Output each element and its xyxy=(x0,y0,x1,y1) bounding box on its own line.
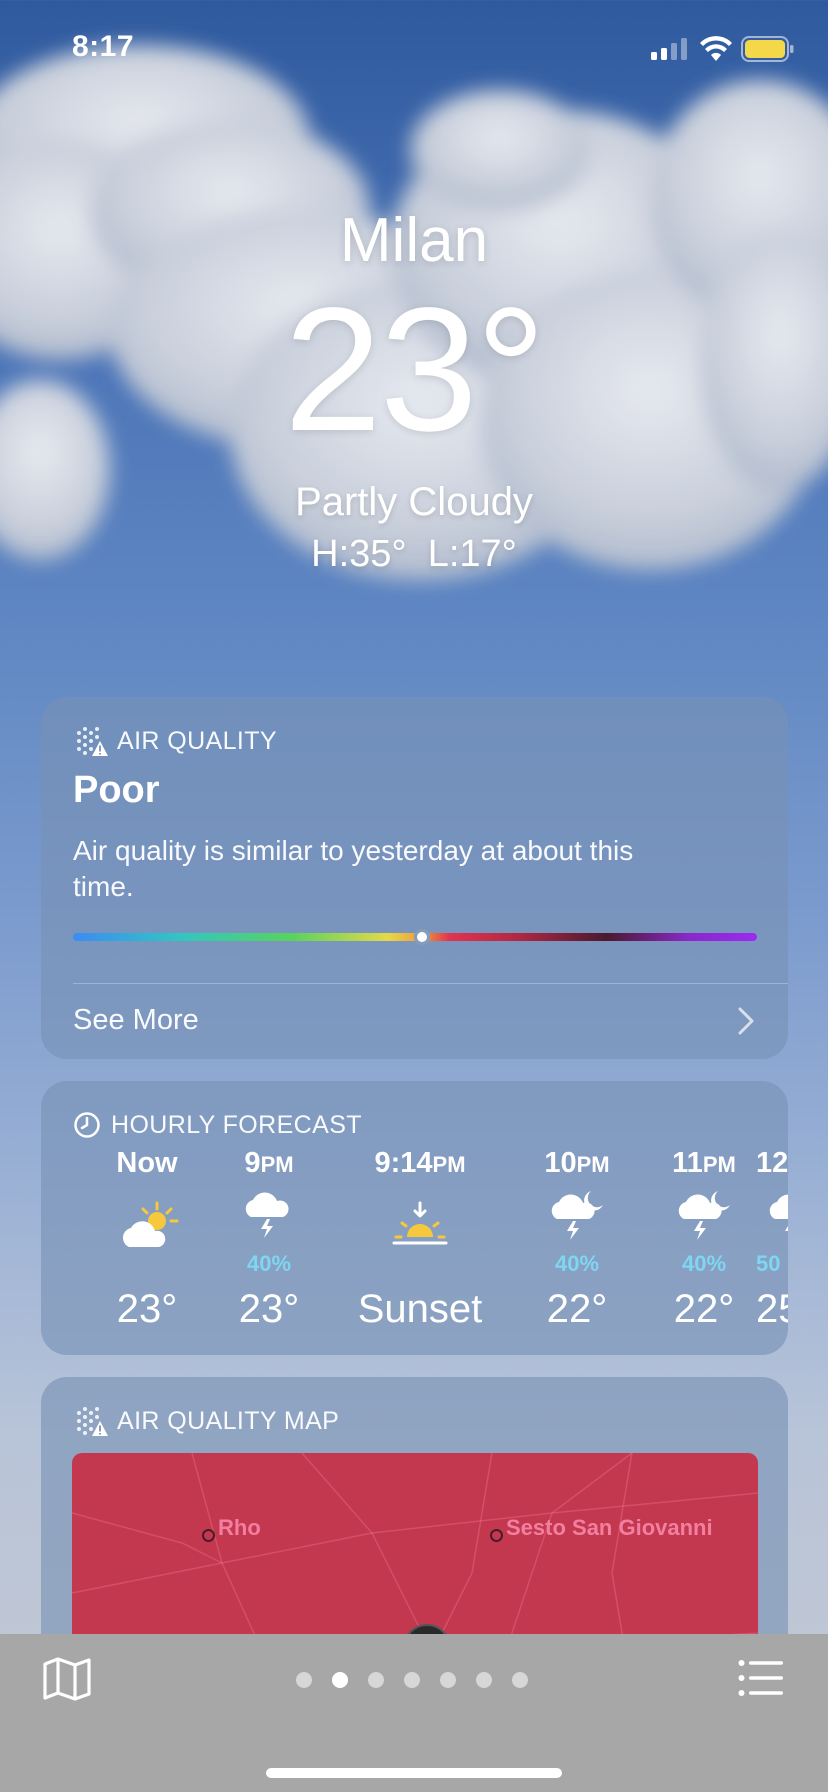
see-more-label: See More xyxy=(73,1004,199,1036)
precipitation-chance: 50 xyxy=(756,1251,781,1276)
page-dot[interactable] xyxy=(440,1672,456,1688)
night-thunderstorm-icon xyxy=(678,1191,730,1240)
air-quality-marker xyxy=(413,929,430,945)
page-dot-active[interactable] xyxy=(332,1672,348,1688)
air-quality-map-title: AIR QUALITY MAP xyxy=(117,1406,340,1435)
map-label-rho: Rho xyxy=(218,1515,261,1540)
hourly-forecast-title: HOURLY FORECAST xyxy=(111,1110,362,1139)
hourly-item[interactable]: 11PM 40% 22° xyxy=(634,1147,774,1347)
air-quality-map-header: AIR QUALITY MAP xyxy=(73,1403,339,1439)
chevron-right-icon xyxy=(738,1007,754,1035)
precipitation-chance: 40% xyxy=(554,1251,600,1276)
list-icon[interactable] xyxy=(738,1658,784,1698)
see-more-button[interactable]: See More xyxy=(41,984,788,1059)
cellular-signal-icon xyxy=(651,38,687,60)
hourly-temperature: 22° xyxy=(673,1287,735,1331)
hourly-item[interactable]: Now 23° xyxy=(77,1147,217,1347)
city-marker xyxy=(202,1529,215,1542)
hourly-item[interactable]: 10PM 40% 22° xyxy=(507,1147,647,1347)
precipitation-chance: 40% xyxy=(681,1251,727,1276)
thunderstorm-icon xyxy=(245,1192,289,1238)
hourly-time: 10PM xyxy=(544,1147,610,1179)
hourly-temperature: 23° xyxy=(116,1287,178,1331)
air-quality-level: Poor xyxy=(73,769,160,811)
status-bar: 8:17 xyxy=(0,0,828,100)
hourly-forecast-card[interactable]: HOURLY FORECAST Now 23° 9PM 40% 23° 9:14… xyxy=(41,1081,788,1355)
status-time: 8:17 xyxy=(72,30,135,63)
hourly-time: 9:14PM xyxy=(374,1147,466,1179)
hourly-temperature: 22° xyxy=(546,1287,608,1331)
page-dot[interactable] xyxy=(476,1672,492,1688)
night-thunderstorm-icon xyxy=(551,1191,603,1240)
bottom-toolbar xyxy=(0,1634,828,1792)
partly-sunny-icon xyxy=(122,1201,179,1247)
hourly-time: Now xyxy=(116,1147,178,1179)
high-low-temperature: H:35° L:17° xyxy=(311,533,517,575)
hourly-item[interactable]: 9:14PM Sunset xyxy=(325,1147,515,1347)
precipitation-chance: 40% xyxy=(246,1251,292,1276)
air-quality-card[interactable]: AIR QUALITY Poor Air quality is similar … xyxy=(41,697,788,1059)
city-name: Milan xyxy=(339,206,489,275)
page-dot[interactable] xyxy=(404,1672,420,1688)
map-icon[interactable] xyxy=(42,1656,92,1702)
city-marker xyxy=(490,1529,503,1542)
hourly-time: 12 xyxy=(756,1147,788,1179)
sunset-icon xyxy=(392,1201,448,1245)
map-label-sesto: Sesto San Giovanni xyxy=(506,1515,713,1540)
air-quality-header: AIR QUALITY xyxy=(73,723,277,759)
page-dot[interactable] xyxy=(512,1672,528,1688)
air-quality-warning-icon xyxy=(77,1407,108,1436)
hourly-temperature: Sunset xyxy=(357,1287,483,1331)
page-indicator[interactable] xyxy=(296,1672,548,1688)
air-quality-description: Air quality is similar to yesterday at a… xyxy=(73,835,634,902)
air-quality-warning-icon xyxy=(77,727,108,756)
air-quality-title: AIR QUALITY xyxy=(117,726,277,755)
wifi-icon xyxy=(700,36,732,61)
page-dot[interactable] xyxy=(368,1672,384,1688)
hourly-time: 9PM xyxy=(244,1147,294,1179)
home-indicator[interactable] xyxy=(266,1768,562,1778)
hourly-item[interactable]: 12 50 25 xyxy=(755,1147,788,1347)
page-dot[interactable] xyxy=(296,1672,312,1688)
current-condition: Partly Cloudy xyxy=(295,480,533,524)
hourly-item[interactable]: 9PM 40% 23° xyxy=(199,1147,339,1347)
hourly-temperature: 25 xyxy=(756,1287,788,1331)
night-thunderstorm-icon xyxy=(769,1194,788,1240)
hourly-forecast-header: HOURLY FORECAST xyxy=(73,1107,362,1143)
battery-icon xyxy=(741,36,794,62)
hourly-time: 11PM xyxy=(672,1147,736,1179)
current-temperature: 23° xyxy=(283,272,546,468)
clock-icon xyxy=(74,1112,100,1138)
hourly-temperature: 23° xyxy=(238,1287,300,1331)
